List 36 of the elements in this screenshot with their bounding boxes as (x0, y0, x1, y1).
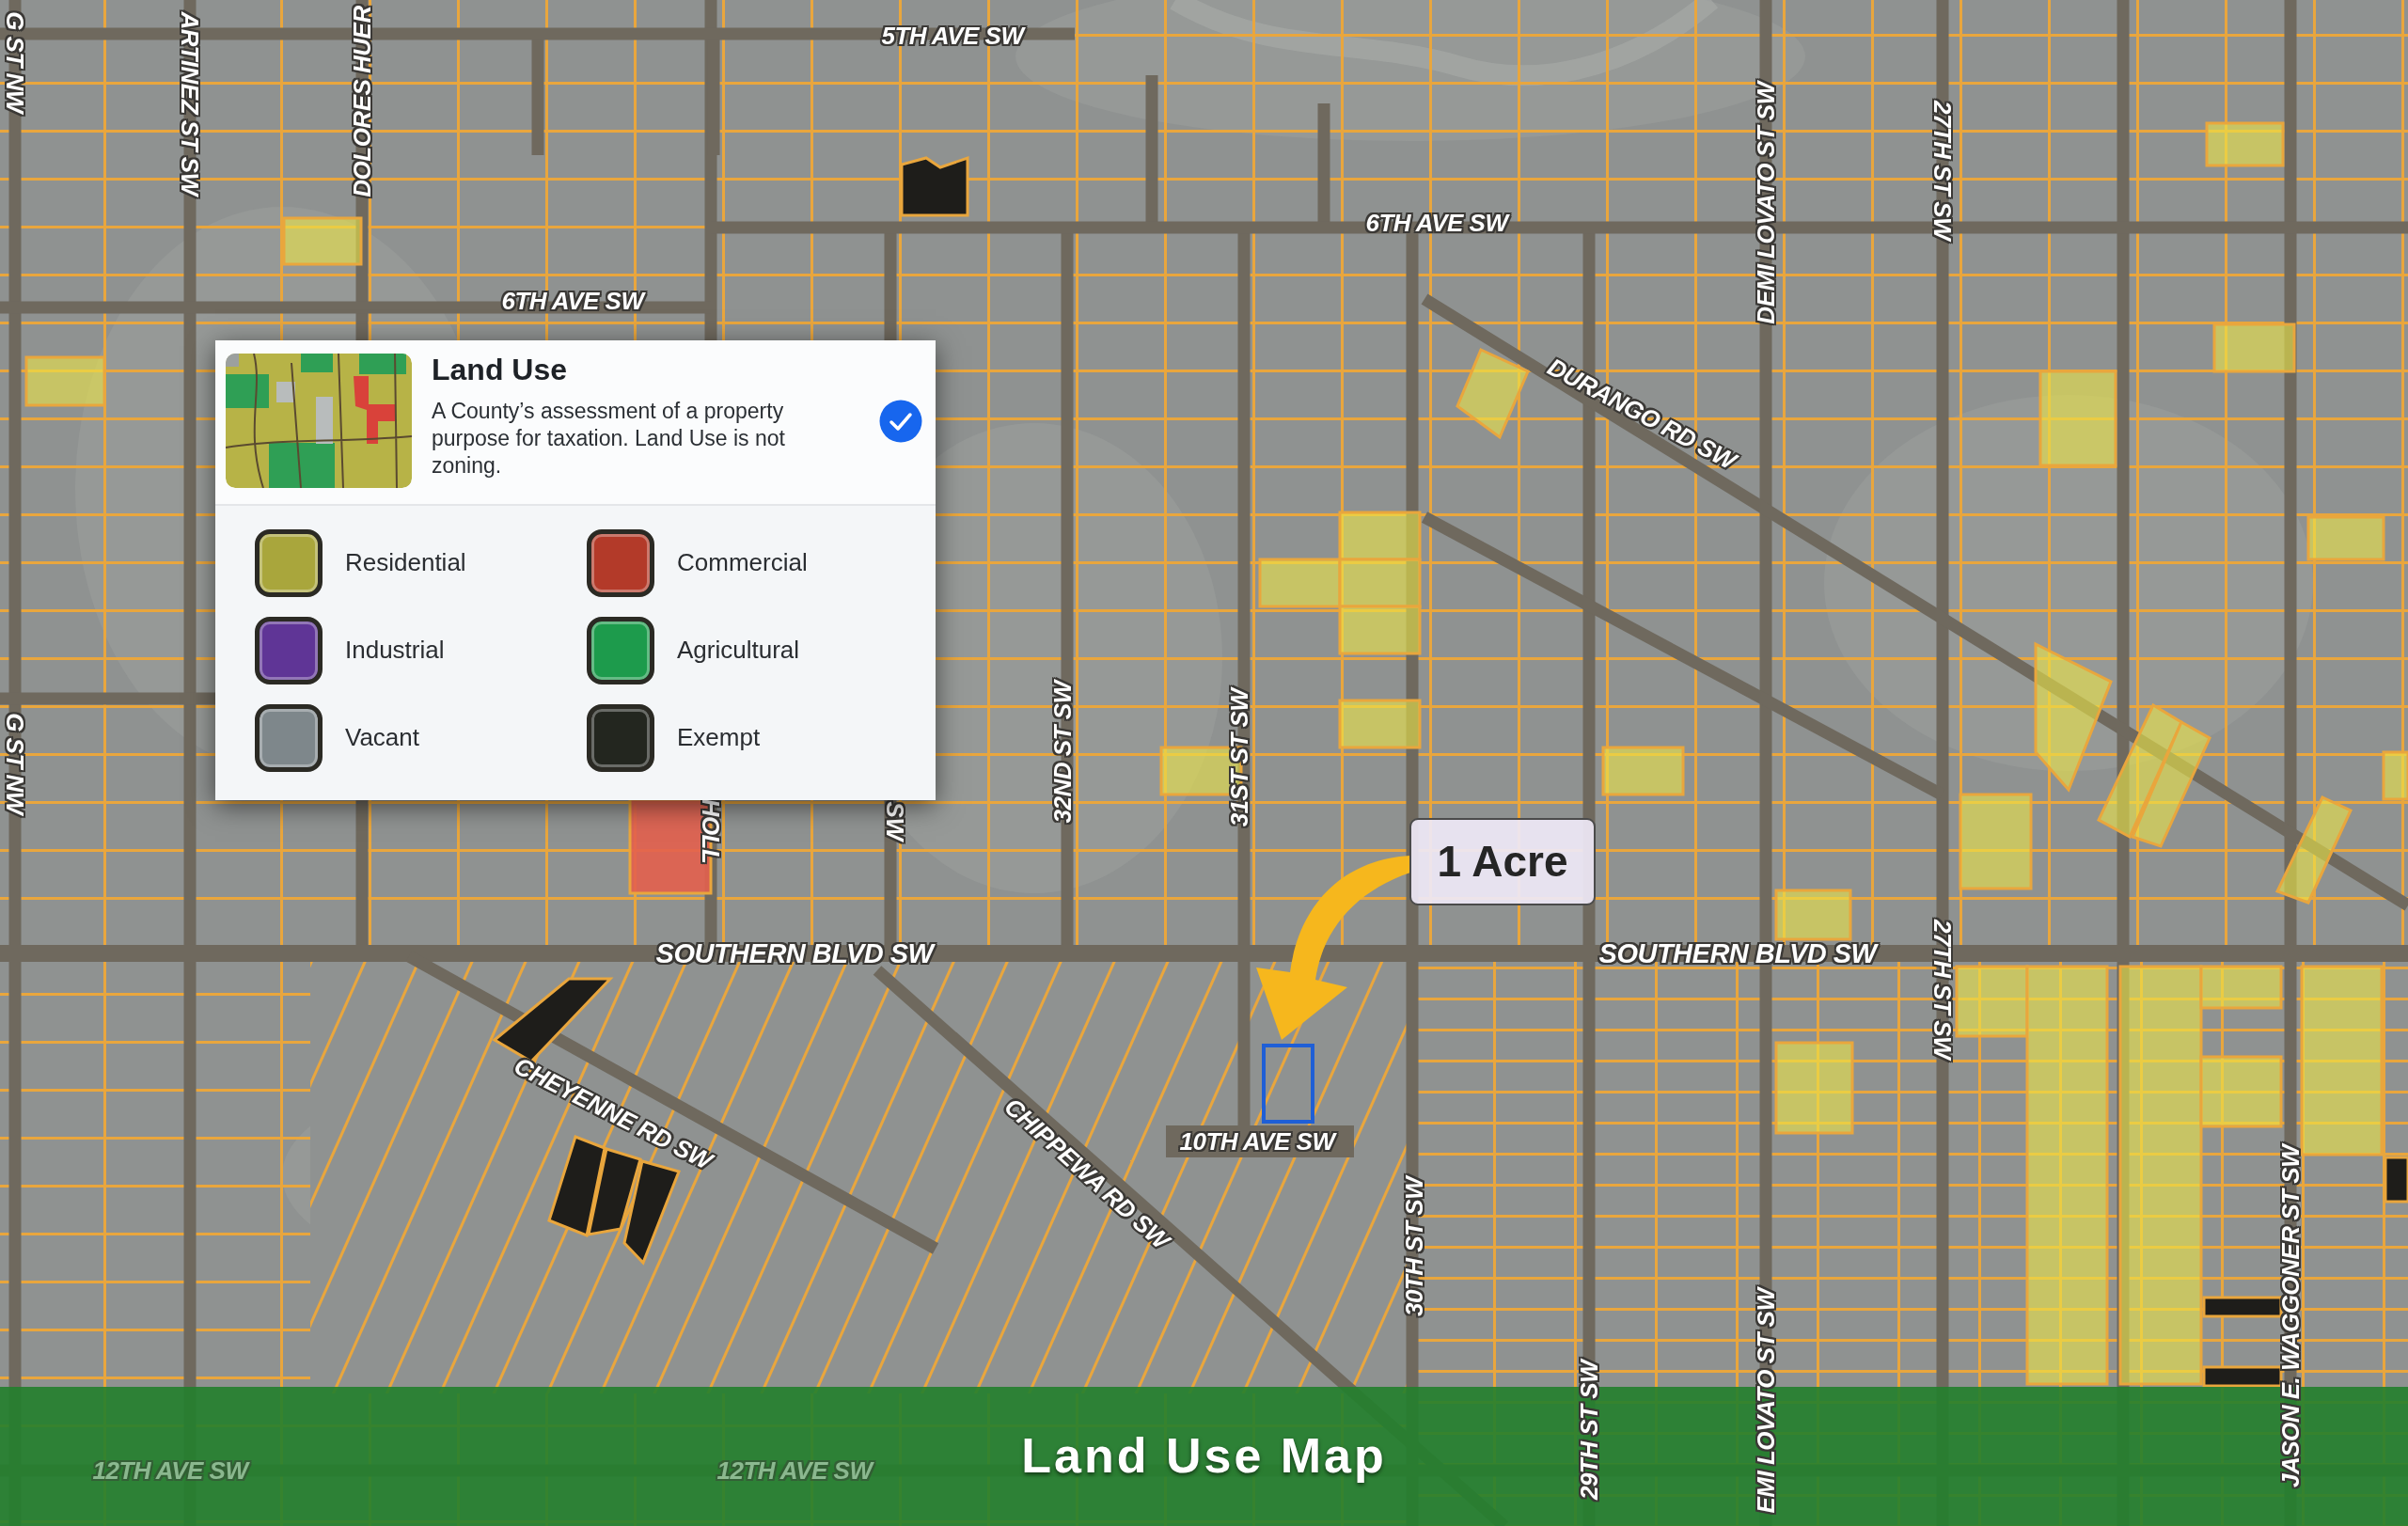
street-label: G ST NW (3, 713, 27, 814)
street-label: DEMI LOVATO ST SW (1754, 82, 1778, 324)
street-label: DOLORES HUER (350, 6, 374, 197)
street-label: 29TH ST SW (1577, 1360, 1601, 1501)
street-label: SOUTHERN BLVD SW (1598, 939, 1877, 968)
street-label: 32ND ST SW (1050, 681, 1075, 824)
street-label: 5TH AVE SW (881, 24, 1024, 48)
street-label: 10TH AVE SW (1179, 1129, 1335, 1154)
legend-label: Residential (345, 548, 466, 578)
street-label: EMI LOVATO ST SW (1754, 1288, 1778, 1514)
street-label: G ST NW (3, 11, 27, 113)
street-label: 6TH AVE SW (1365, 211, 1508, 235)
legend-label: Vacant (345, 723, 419, 753)
street-label: 12TH AVE SW (716, 1458, 873, 1483)
street-label: 12TH AVE SW (92, 1458, 248, 1483)
residential-parcel (2382, 750, 2408, 801)
acre-callout: 1 Acre (1409, 818, 1596, 905)
street-label: HOLL (699, 798, 723, 864)
street-label: ARTINEZ ST SW (178, 11, 202, 196)
legend-label: Commercial (677, 548, 808, 578)
legend-label: Industrial (345, 636, 445, 666)
street-label: 27TH ST SW (1930, 919, 1955, 1060)
street-label: 27TH ST SW (1930, 100, 1955, 241)
street-label: JASON E. WAGGONER ST SW (2278, 1144, 2303, 1488)
street-label: SOUTHERN BLVD SW (655, 939, 934, 968)
street-label: 31ST ST SW (1227, 688, 1251, 827)
street-label: SW (883, 801, 907, 841)
banner-title: Land Use Map (1021, 1429, 1387, 1484)
legend-description: A County’s assessment of a property purpose for taxation. Land Use is not zoning. (432, 398, 786, 480)
legend-title: Land Use (432, 354, 569, 387)
exempt-parcel (2384, 1156, 2408, 1203)
legend-label: Exempt (677, 723, 761, 753)
legend-label: Agricultural (677, 636, 800, 666)
check-circle-icon[interactable] (879, 399, 922, 443)
street-label: 6TH AVE SW (501, 289, 644, 313)
street-label: 30TH ST SW (1402, 1176, 1426, 1317)
